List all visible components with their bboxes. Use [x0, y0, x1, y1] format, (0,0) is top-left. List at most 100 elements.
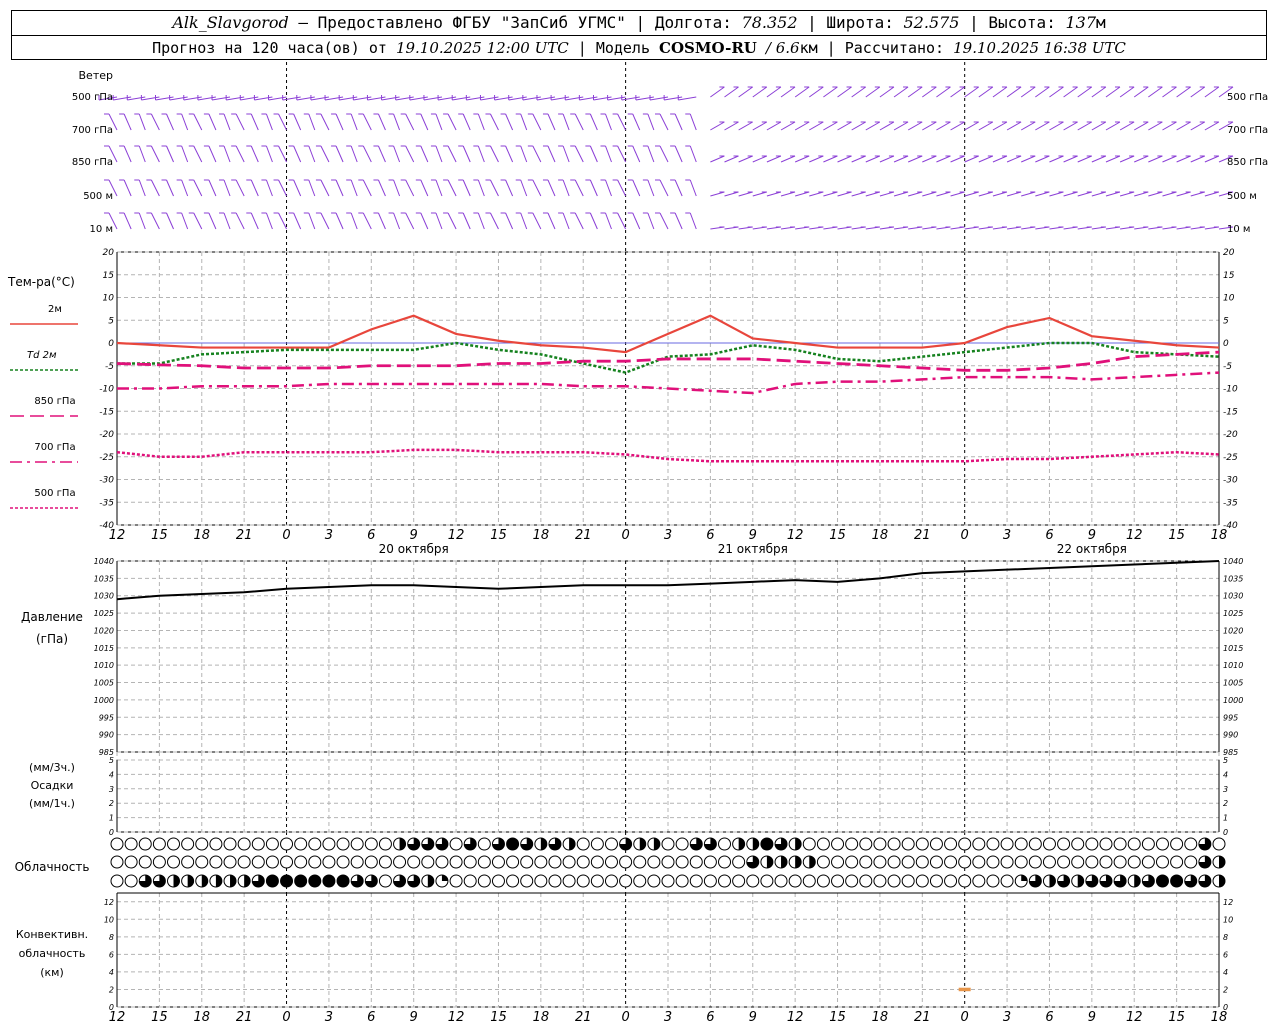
- day-label: 22 октября: [1057, 542, 1127, 556]
- wind-barb: [808, 86, 824, 98]
- wind-panel: [98, 86, 1234, 253]
- cloud-symbol: [718, 874, 732, 888]
- wind-barb: [659, 145, 669, 163]
- wind-barb: [837, 86, 852, 98]
- wind-barb: [335, 212, 344, 230]
- time-tick-label: 21: [914, 528, 931, 543]
- cloud-symbol: [378, 837, 392, 851]
- cloud-symbol: [944, 874, 958, 888]
- cloud-fill: [280, 875, 293, 887]
- wind-barb: [780, 155, 796, 163]
- wind-barb: [1063, 121, 1078, 131]
- wind-barb: [907, 86, 923, 98]
- precip-tick-right: 0: [1223, 828, 1228, 837]
- cloud-symbol: [1000, 855, 1014, 869]
- wind-barb: [166, 212, 174, 230]
- wind-barb: [150, 179, 160, 197]
- wind-barb: [1190, 121, 1205, 131]
- wind-barb: [574, 145, 584, 163]
- wind-barb: [674, 113, 683, 131]
- wind-barb: [936, 121, 951, 131]
- wind-barb: [823, 155, 838, 163]
- wind-barb: [293, 145, 302, 163]
- wind-barb: [208, 145, 217, 163]
- cloud-fill: [1156, 875, 1169, 887]
- time-tick-label-bottom: 3: [325, 1010, 333, 1024]
- wind-barb: [780, 191, 796, 197]
- cloud-symbol: [661, 874, 675, 888]
- cloud-symbol: [958, 837, 972, 851]
- time-tick-label-bottom: 15: [1168, 1010, 1185, 1024]
- wind-barb: [320, 179, 330, 197]
- temp-tick-left: -20: [99, 430, 114, 440]
- temp-series-line: [117, 371, 1220, 395]
- wind-barb: [1176, 155, 1191, 163]
- cloud-symbol: [958, 874, 972, 888]
- wind-barb: [879, 191, 895, 197]
- wind-barb: [752, 86, 768, 98]
- time-tick-label: 12: [448, 528, 465, 543]
- temp-tick-left: 0: [108, 339, 114, 349]
- cloud-symbol: [1057, 855, 1071, 869]
- wind-barb: [435, 179, 443, 197]
- wind-barb: [462, 113, 471, 131]
- cloud-symbol: [152, 855, 166, 869]
- wind-barb: [1063, 86, 1078, 98]
- wind-barb: [1190, 155, 1205, 163]
- cloud-symbol: [901, 837, 915, 851]
- time-tick-label-bottom: 3: [1003, 1010, 1011, 1024]
- wind-barb: [605, 113, 612, 131]
- wind-barb: [992, 191, 1008, 197]
- wind-barb: [574, 113, 584, 131]
- temp-tick-left: -5: [105, 362, 114, 372]
- cloud-symbol: [124, 837, 138, 851]
- wind-barb: [879, 86, 895, 98]
- cloud-symbol: [1014, 855, 1028, 869]
- conv-tick-right: 12: [1223, 898, 1233, 907]
- wind-barb: [1134, 155, 1149, 163]
- pressure-series-line: [116, 560, 1220, 601]
- wind-barb: [1077, 121, 1092, 131]
- precip-tick-right: 5: [1223, 756, 1228, 765]
- wind-barb: [420, 179, 429, 197]
- wind-barb: [562, 212, 570, 230]
- wind-barb: [766, 191, 782, 197]
- wind-barb: [223, 179, 231, 197]
- wind-barb: [278, 113, 287, 131]
- wind-barb: [1176, 191, 1191, 197]
- temp-tick-right: -20: [1223, 430, 1238, 440]
- temp-legend-label: 500 гПа: [34, 488, 75, 499]
- wind-barb: [1148, 86, 1163, 98]
- wind-barb: [362, 179, 372, 197]
- wind-barb: [250, 145, 259, 163]
- wind-barb: [1049, 121, 1064, 131]
- cloud-fill: [1021, 875, 1028, 881]
- pres-tick-left: 1005: [94, 679, 114, 688]
- wind-level-label-left: 850 гПа: [72, 157, 113, 168]
- cloud-symbol: [986, 837, 1000, 851]
- wind-barb: [447, 113, 457, 131]
- wind-barb: [574, 179, 584, 197]
- wind-barb: [605, 145, 612, 163]
- wind-barb: [350, 179, 358, 197]
- wind-barb: [823, 121, 838, 131]
- cloud-symbol: [1170, 855, 1184, 869]
- time-tick-label-bottom: 21: [236, 1010, 253, 1024]
- wind-barb: [362, 145, 372, 163]
- cloud-symbol: [1057, 837, 1071, 851]
- wind-barb: [547, 145, 556, 163]
- wind-barb: [1091, 191, 1106, 197]
- cloud-symbol: [1141, 855, 1155, 869]
- precip-tick-left: 2: [109, 799, 114, 808]
- wind-barb: [223, 145, 231, 163]
- cloud-symbol: [209, 855, 223, 869]
- wind-barb: [477, 145, 485, 163]
- temp-tick-right: -35: [1223, 498, 1238, 508]
- cloud-symbol: [124, 874, 138, 888]
- wind-barb: [405, 145, 415, 163]
- wind-barb: [193, 212, 203, 230]
- cloud-symbol: [223, 855, 237, 869]
- wind-barb: [235, 212, 245, 230]
- wind-barb: [335, 113, 344, 131]
- time-tick-label: 15: [490, 528, 507, 543]
